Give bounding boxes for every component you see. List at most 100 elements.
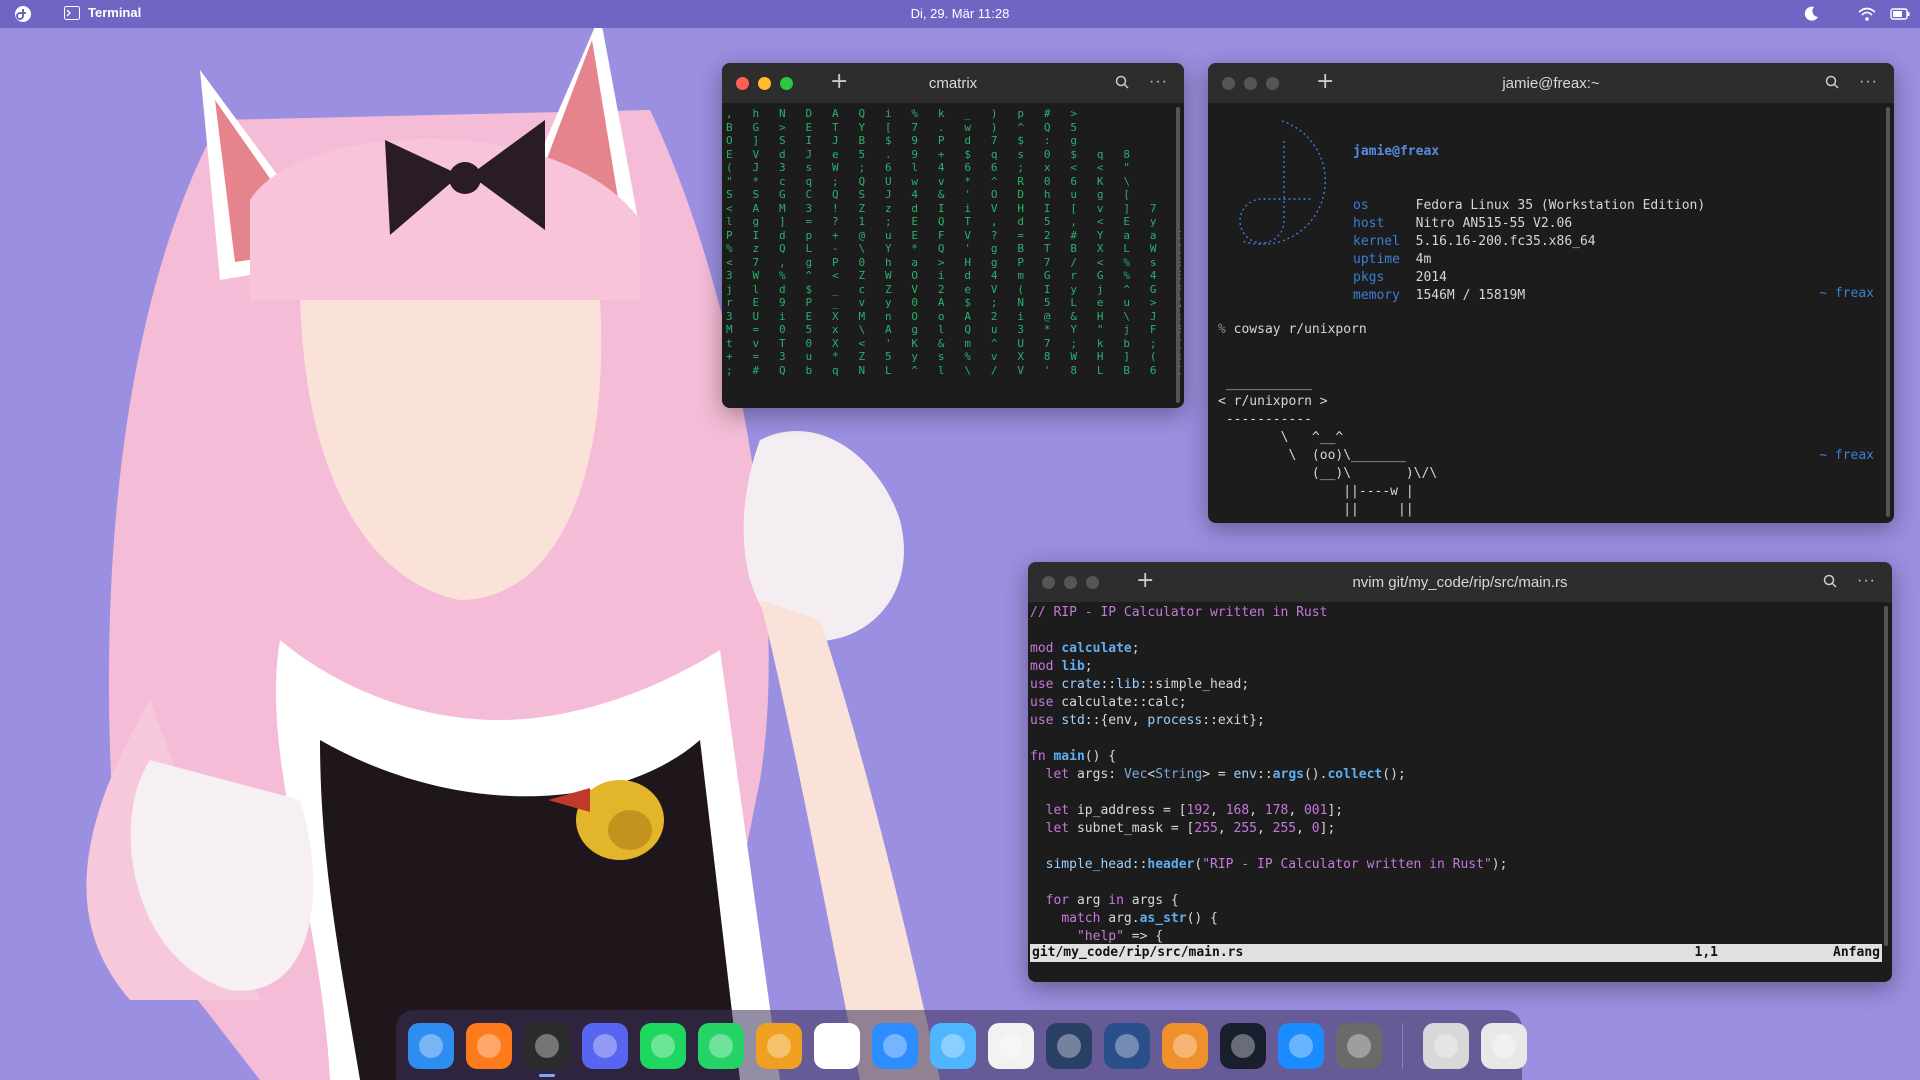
dock-item-files[interactable]: [408, 1023, 454, 1069]
fedora-ascii-logo: [1239, 120, 1326, 245]
matrix-line: P I d p + @ u E F V ? = 2 # Y a a C O: [726, 228, 1181, 242]
cmatrix-titlebar[interactable]: + cmatrix ···: [722, 63, 1184, 103]
close-button[interactable]: [736, 77, 749, 90]
prompt-symbol: %: [1218, 322, 1226, 337]
matrix-line: B G > E T Y [ 7 . w ) ^ Q 5: [726, 120, 1077, 134]
files-icon: [419, 1034, 443, 1058]
new-tab-plus-icon[interactable]: +: [1136, 568, 1154, 593]
dock-item-weather[interactable]: [930, 1023, 976, 1069]
battery-icon[interactable]: [1890, 7, 1910, 21]
scrollbar[interactable]: [1884, 606, 1888, 946]
dock-item-calculator[interactable]: [1046, 1023, 1092, 1069]
app-store-icon: [1289, 1034, 1313, 1058]
window-title: jamie@freax:~: [1502, 75, 1600, 92]
wifi-icon[interactable]: [1858, 6, 1876, 22]
matrix-output: , h N D A Q i % k _ ) p # > B G > E T Y […: [726, 107, 1181, 408]
dock-item-discord[interactable]: [582, 1023, 628, 1069]
cowsay-block: % cowsay r/unixporn ___________ < r/unixp…: [1218, 285, 1437, 523]
maximize-button[interactable]: [1086, 576, 1099, 589]
matrix-line: E V d J e 5 . 9 + $ q s 0 $ q 8: [726, 147, 1130, 161]
system-tray[interactable]: [1802, 5, 1910, 23]
apps-icon: [1492, 1034, 1516, 1058]
matrix-line: t v T 0 X < ' K & m ^ U 7 ; k b ; ( A ^ …: [726, 336, 1181, 350]
minimize-button[interactable]: [1244, 77, 1257, 90]
cowsay-line: || ||: [1218, 502, 1414, 517]
maximize-button[interactable]: [780, 77, 793, 90]
dock-item-text-editor[interactable]: [988, 1023, 1034, 1069]
dock-item-settings[interactable]: [1336, 1023, 1382, 1069]
dock-item-pinta[interactable]: [1104, 1023, 1150, 1069]
fetch-value: Fedora Linux 35 (Workstation Edition): [1415, 198, 1706, 213]
search-icon[interactable]: [1825, 75, 1839, 89]
status-file: git/my_code/rip/src/main.rs: [1032, 945, 1244, 960]
close-button[interactable]: [1042, 576, 1055, 589]
matrix-line: 3 U i E X M n O o A 2 i @ & H \ J ; W R …: [726, 309, 1181, 323]
active-app-menu[interactable]: Terminal: [64, 5, 141, 20]
zoom-icon: [883, 1034, 907, 1058]
fetch-key: uptime: [1353, 252, 1408, 267]
dock-item-apps[interactable]: [1481, 1023, 1527, 1069]
new-tab-plus-icon[interactable]: +: [1316, 69, 1334, 94]
minimize-button[interactable]: [1064, 576, 1077, 589]
fetch-key: kernel: [1353, 234, 1408, 249]
cowsay-line: (__)\ )\/\: [1218, 466, 1438, 481]
maximize-button[interactable]: [1266, 77, 1279, 90]
fetch-row: os Fedora Linux 35 (Workstation Edition): [1353, 197, 1705, 215]
dock-item-spotify[interactable]: [640, 1023, 686, 1069]
discord-icon: [593, 1034, 617, 1058]
matrix-line: O ] S I J B $ 9 P d 7 $ : g: [726, 134, 1077, 147]
matrix-line: l g ] = ? 1 ; E Q T , d 5 , < E y: [726, 215, 1157, 228]
active-app-name: Terminal: [88, 5, 142, 20]
fetch-window[interactable]: + jamie@freax:~ ··· jamie@freax os Fedor…: [1208, 63, 1894, 523]
status-position: 1,1: [1694, 945, 1718, 960]
night-mode-icon[interactable]: [1802, 5, 1820, 23]
text-editor-icon: [999, 1034, 1023, 1058]
search-icon[interactable]: [1823, 574, 1837, 588]
nvim-window[interactable]: + nvim git/my_code/rip/src/main.rs ··· /…: [1028, 562, 1892, 982]
weather-icon: [941, 1034, 965, 1058]
calculator-icon: [1057, 1034, 1081, 1058]
dock-item-terminal[interactable]: [524, 1023, 570, 1077]
menu-ellipsis-icon[interactable]: ···: [1149, 73, 1168, 91]
matrix-line: 3 W % ^ < Z W O i d 4 m G r G % 4 E: [726, 269, 1181, 282]
right-prompt: ~ freax: [1819, 286, 1874, 301]
dock-separator: [1402, 1023, 1403, 1069]
dock-item-photos[interactable]: [814, 1023, 860, 1069]
top-bar: Terminal Di, 29. Mär 11:28: [0, 0, 1920, 28]
matrix-line: ( J 3 s W ; 6 l 4 6 6 ; x < < ": [726, 161, 1130, 174]
dock-item-firefox[interactable]: [466, 1023, 512, 1069]
cowsay-line: < r/unixporn >: [1218, 394, 1328, 409]
terminal-icon: [64, 5, 80, 20]
matrix-line: + = 3 u * Z 5 y s % v X 8 W H ] ( d Q: [726, 350, 1181, 363]
dock-item-layers[interactable]: [756, 1023, 802, 1069]
dock-item-trash[interactable]: [1423, 1023, 1469, 1069]
clock[interactable]: Di, 29. Mär 11:28: [0, 6, 1920, 21]
terminal-icon: [535, 1034, 559, 1058]
close-button[interactable]: [1222, 77, 1235, 90]
cowsay-line: ||----w |: [1218, 484, 1414, 499]
dock-item-vs-code[interactable]: [1220, 1023, 1266, 1069]
fetch-row: uptime 4m: [1353, 251, 1705, 269]
command: cowsay r/unixporn: [1233, 322, 1367, 337]
scrollbar[interactable]: [1886, 107, 1890, 517]
dock-item-zoom[interactable]: [872, 1023, 918, 1069]
fetch-user: jamie@freax: [1353, 144, 1440, 159]
search-icon[interactable]: [1115, 75, 1129, 89]
minimize-button[interactable]: [758, 77, 771, 90]
dock-item-gimp[interactable]: [1162, 1023, 1208, 1069]
new-tab-plus-icon[interactable]: +: [830, 69, 848, 94]
code-editor[interactable]: // RIP - IP Calculator written in Rust m…: [1030, 604, 1507, 946]
menu-ellipsis-icon[interactable]: ···: [1859, 73, 1878, 91]
menu-ellipsis-icon[interactable]: ···: [1857, 572, 1876, 590]
firefox-icon: [477, 1034, 501, 1058]
dock-item-app-store[interactable]: [1278, 1023, 1324, 1069]
cmatrix-window[interactable]: + cmatrix ··· , h N D A Q i % k _ ) p # …: [722, 63, 1184, 408]
fetch-titlebar[interactable]: + jamie@freax:~ ···: [1208, 63, 1894, 103]
nvim-titlebar[interactable]: + nvim git/my_code/rip/src/main.rs ···: [1028, 562, 1892, 602]
dock-item-whatsapp[interactable]: [698, 1023, 744, 1069]
scrollbar[interactable]: [1176, 107, 1180, 403]
fedora-logo-icon[interactable]: [14, 5, 32, 23]
status-scroll: Anfang: [1833, 945, 1880, 960]
whatsapp-icon: [709, 1034, 733, 1058]
running-indicator: [539, 1074, 555, 1077]
